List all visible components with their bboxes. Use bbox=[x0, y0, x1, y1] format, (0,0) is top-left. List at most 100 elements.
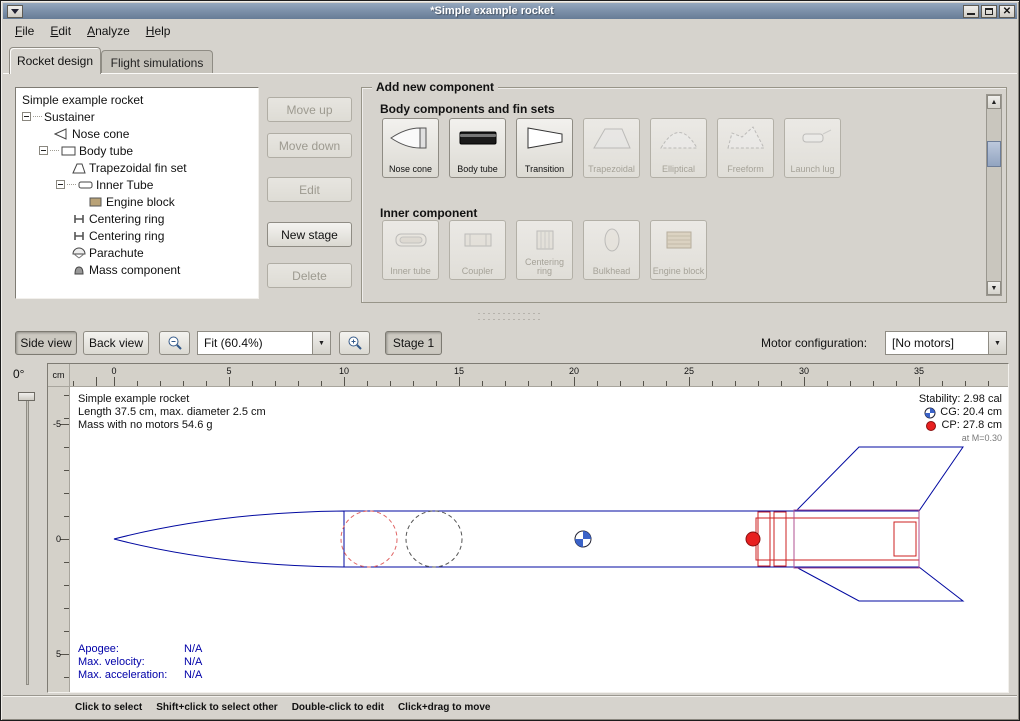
collapse-toggle-icon[interactable] bbox=[22, 112, 31, 121]
close-button[interactable]: ✕ bbox=[999, 5, 1015, 18]
tree-item-centering-ring-1[interactable]: Centering ring bbox=[16, 210, 258, 227]
side-view-button[interactable]: Side view bbox=[15, 331, 77, 355]
component-button-label: Body tube bbox=[457, 165, 498, 174]
ruler-label: 35 bbox=[914, 366, 924, 376]
window-menu-icon[interactable] bbox=[7, 5, 23, 18]
section-inner-component: Inner component bbox=[380, 206, 477, 220]
section-body-components: Body components and fin sets bbox=[380, 102, 555, 116]
tab-rocket-design[interactable]: Rocket design bbox=[9, 47, 101, 74]
rocket-info: Simple example rocket Length 37.5 cm, ma… bbox=[78, 393, 266, 432]
ruler-label: 10 bbox=[339, 366, 349, 376]
ruler-label: 0 bbox=[111, 366, 116, 376]
tree-item-label: Trapezoidal fin set bbox=[89, 161, 187, 175]
zoom-level-combobox[interactable]: Fit (60.4%) ▼ bbox=[197, 331, 331, 355]
tree-wire bbox=[50, 150, 59, 151]
add-centering-ring-button: Centering ring bbox=[516, 220, 573, 280]
fin-icon bbox=[71, 161, 89, 175]
application-window: *Simple example rocket ✕ File Edit Analy… bbox=[0, 0, 1020, 721]
add-transition-button[interactable]: Transition bbox=[516, 118, 573, 178]
scrollbar-thumb[interactable] bbox=[987, 141, 1001, 167]
zoom-out-icon bbox=[167, 335, 183, 351]
new-stage-button[interactable]: New stage bbox=[267, 222, 352, 247]
rocket-view-panel: cm 0 5 10 15 20 25 30 35 -5 0 5 bbox=[47, 363, 1009, 693]
tree-item-rocket[interactable]: Simple example rocket bbox=[16, 91, 258, 108]
ruler-label: -5 bbox=[53, 419, 61, 429]
back-view-button[interactable]: Back view bbox=[83, 331, 149, 355]
centering-ring-icon bbox=[522, 225, 568, 255]
inner-tube-icon bbox=[388, 225, 434, 255]
max-acceleration-value: N/A bbox=[184, 669, 202, 681]
ruler-label: 30 bbox=[799, 366, 809, 376]
coupler-icon bbox=[455, 225, 501, 255]
motor-configuration-combobox[interactable]: [No motors] ▼ bbox=[885, 331, 1007, 355]
rocket-drawing[interactable] bbox=[70, 387, 1008, 692]
tree-item-centering-ring-2[interactable]: Centering ring bbox=[16, 227, 258, 244]
tree-item-label: Centering ring bbox=[89, 229, 164, 243]
tree-item-label: Nose cone bbox=[72, 127, 129, 141]
tree-item-fin-set[interactable]: Trapezoidal fin set bbox=[16, 159, 258, 176]
collapse-toggle-icon[interactable] bbox=[39, 146, 48, 155]
stability-info: Stability: 2.98 cal CG: 20.4 cm CP: 27.8… bbox=[919, 393, 1002, 445]
launch-lug-icon bbox=[790, 123, 836, 153]
tree-item-sustainer[interactable]: Sustainer bbox=[16, 108, 258, 125]
rotation-angle-label: 0° bbox=[13, 367, 24, 381]
scrollbar[interactable]: ▲ ▼ bbox=[986, 94, 1002, 296]
status-hint: Shift+click to select other bbox=[156, 702, 277, 713]
chevron-down-icon[interactable]: ▼ bbox=[988, 332, 1006, 354]
add-trapezoidal-fin-button: Trapezoidal bbox=[583, 118, 640, 178]
groupbox-title: Add new component bbox=[372, 80, 498, 94]
component-button-label: Inner tube bbox=[390, 267, 431, 276]
ruler-label: 25 bbox=[684, 366, 694, 376]
scroll-up-icon[interactable]: ▲ bbox=[987, 95, 1001, 109]
component-button-label: Bulkhead bbox=[593, 267, 631, 276]
stage-1-toggle-button[interactable]: Stage 1 bbox=[385, 331, 442, 355]
apogee-value: N/A bbox=[184, 643, 202, 655]
status-hint: Click to select bbox=[75, 702, 142, 713]
menu-help[interactable]: Help bbox=[138, 21, 179, 41]
tree-item-mass-component[interactable]: Mass component bbox=[16, 261, 258, 278]
minimize-button[interactable] bbox=[963, 5, 979, 18]
mach-condition: at M=0.30 bbox=[919, 432, 1002, 445]
zoom-out-button[interactable] bbox=[159, 331, 190, 355]
tree-item-body-tube[interactable]: Body tube bbox=[16, 142, 258, 159]
splitter-handle[interactable]: ············· ············· bbox=[1, 307, 1019, 325]
tree-item-parachute[interactable]: Parachute bbox=[16, 244, 258, 261]
maximize-button[interactable] bbox=[981, 5, 997, 18]
component-button-label: Elliptical bbox=[662, 165, 695, 174]
component-button-label: Transition bbox=[525, 165, 564, 174]
add-engine-block-button: Engine block bbox=[650, 220, 707, 280]
rocket-name: Simple example rocket bbox=[78, 393, 266, 406]
apogee-label: Apogee: bbox=[78, 643, 184, 656]
add-nose-cone-button[interactable]: Nose cone bbox=[382, 118, 439, 178]
tree-item-engine-block[interactable]: Engine block bbox=[16, 193, 258, 210]
elliptical-fin-icon bbox=[656, 123, 702, 153]
ruler-label: 20 bbox=[569, 366, 579, 376]
collapse-toggle-icon[interactable] bbox=[56, 180, 65, 189]
rocket-canvas[interactable]: Simple example rocket Length 37.5 cm, ma… bbox=[70, 387, 1008, 692]
menu-analyze[interactable]: Analyze bbox=[79, 21, 138, 41]
edit-button: Edit bbox=[267, 177, 352, 202]
component-button-label: Coupler bbox=[462, 267, 494, 276]
tree-item-nose-cone[interactable]: Nose cone bbox=[16, 125, 258, 142]
tab-flight-simulations[interactable]: Flight simulations bbox=[101, 50, 213, 74]
max-acceleration-label: Max. acceleration: bbox=[78, 669, 184, 682]
rotation-slider-track[interactable] bbox=[26, 393, 29, 685]
zoom-level-value: Fit (60.4%) bbox=[198, 336, 312, 350]
tree-wire bbox=[33, 116, 42, 117]
rotation-slider-handle[interactable] bbox=[18, 392, 35, 401]
chevron-down-icon[interactable]: ▼ bbox=[312, 332, 330, 354]
add-freeform-fin-button: Freeform bbox=[717, 118, 774, 178]
scroll-down-icon[interactable]: ▼ bbox=[987, 281, 1001, 295]
status-bar: Click to select Shift+click to select ot… bbox=[3, 696, 1017, 718]
centering-ring-icon bbox=[71, 212, 89, 226]
tree-item-inner-tube[interactable]: Inner Tube bbox=[16, 176, 258, 193]
add-bulkhead-button: Bulkhead bbox=[583, 220, 640, 280]
zoom-in-button[interactable] bbox=[339, 331, 370, 355]
add-component-groupbox: Add new component Body components and fi… bbox=[361, 87, 1007, 303]
ruler-label: 15 bbox=[454, 366, 464, 376]
menu-edit[interactable]: Edit bbox=[42, 21, 79, 41]
tab-panel-edge bbox=[3, 73, 1017, 74]
menu-file[interactable]: File bbox=[7, 21, 42, 41]
add-body-tube-button[interactable]: Body tube bbox=[449, 118, 506, 178]
component-button-label: Centering ring bbox=[518, 258, 571, 276]
